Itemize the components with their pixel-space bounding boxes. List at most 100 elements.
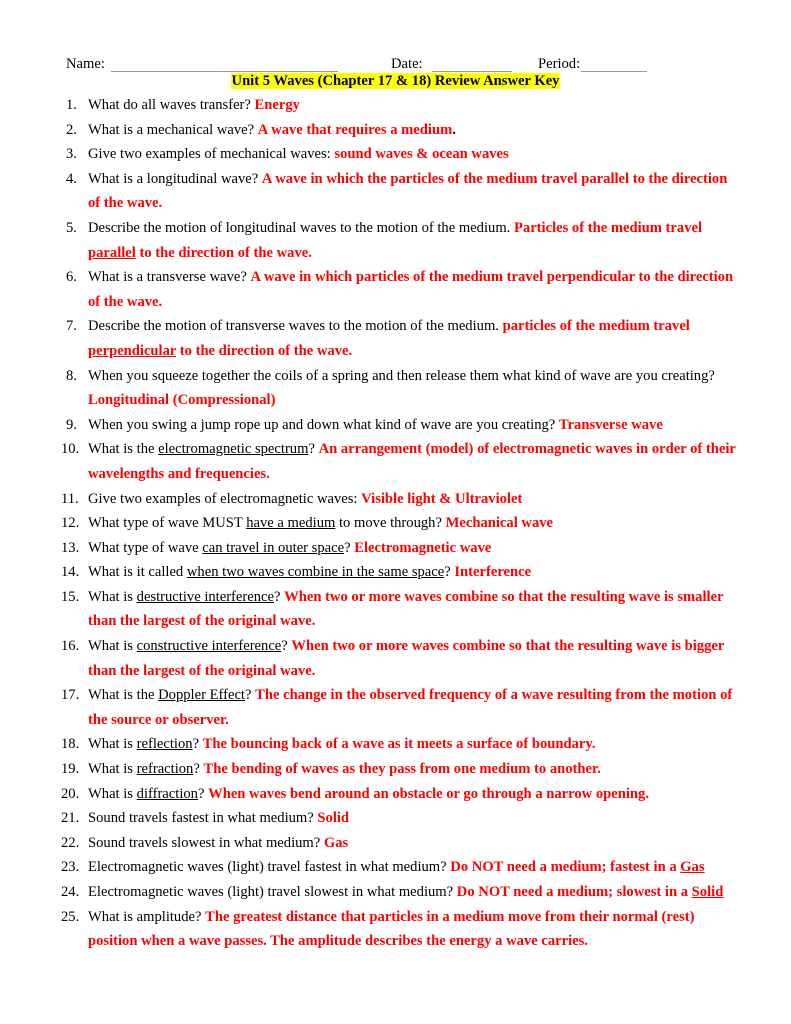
- question-number: 16.: [61, 638, 80, 655]
- answer-text: Particles of the medium travel: [513, 219, 703, 236]
- question-text: Electromagnetic waves (light) travel fas…: [88, 859, 451, 876]
- question-item: 9. When you swing a jump rope up and down…: [66, 413, 736, 438]
- underlined-term: can travel in outer space: [202, 539, 345, 556]
- question-item: 17. What is the Doppler Effect? The chang…: [61, 683, 736, 732]
- answer-text: Longitudinal (Compressional): [88, 392, 276, 409]
- question-number: 13.: [61, 539, 80, 556]
- answer-text: Do NOT need a medium; slowest in a: [456, 884, 692, 900]
- question-list: 1. What do all waves transfer? Energy 2. Wh…: [61, 93, 736, 954]
- question-text: When you swing a jump rope up and down w…: [88, 416, 559, 433]
- question-item: 18. What is reflection? The bouncing back…: [61, 732, 736, 757]
- question-item: 12. What type of wave MUST have a medium …: [61, 511, 736, 536]
- question-item: 4. What is a longitudinal wave? A wave in…: [66, 167, 736, 216]
- question-item: 15. What is destructive interference? Whe…: [61, 585, 736, 634]
- question-item: 11. Give two examples of electromagnetic …: [61, 487, 736, 512]
- question-text: to move through?: [335, 515, 446, 532]
- answer-text: particles of the medium travel: [502, 318, 690, 335]
- question-number: 23.: [61, 859, 80, 876]
- question-text: ?: [281, 638, 292, 655]
- question-number: 15.: [61, 588, 80, 605]
- question-text: What is a transverse wave?: [88, 269, 251, 286]
- question-item: 7. Describe the motion of transverse wave…: [66, 314, 736, 363]
- question-item: 23. Electromagnetic waves (light) travel …: [61, 855, 736, 880]
- question-number: 21.: [61, 810, 80, 827]
- underlined-term: electromagnetic spectrum: [158, 441, 309, 458]
- question-number: 24.: [61, 884, 80, 900]
- question-text: What type of wave: [88, 539, 203, 556]
- question-item: 2. What is a mechanical wave? A wave that…: [66, 118, 736, 143]
- answer-key-page: Name: Date: Period: Unit 5 Waves (Chapte…: [0, 0, 791, 1024]
- question-text: ?: [444, 564, 455, 581]
- question-text: Sound travels slowest in what medium?: [88, 834, 324, 851]
- answer-text: Solid: [317, 810, 350, 827]
- question-text: .: [452, 121, 456, 138]
- underlined-term: reflection: [136, 736, 193, 753]
- question-item: 10. What is the electromagnetic spectrum?…: [61, 437, 736, 486]
- question-number: 7.: [66, 318, 77, 335]
- question-text: What is the: [88, 441, 159, 458]
- question-text: Give two examples of electromagnetic wav…: [88, 490, 362, 507]
- question-text: ?: [308, 441, 319, 458]
- student-info-row: Name: Date: Period:: [66, 54, 726, 74]
- answer-text: Do NOT need a medium; fastest in a: [450, 859, 681, 876]
- question-text: What is a mechanical wave?: [88, 121, 258, 138]
- question-number: 20.: [61, 785, 80, 802]
- question-item: 22. Sound travels slowest in what medium?…: [61, 831, 736, 856]
- period-label: Period:: [538, 56, 581, 72]
- question-number: 9.: [66, 416, 77, 433]
- answer-text: perpendicular: [88, 342, 177, 359]
- question-item: 3. Give two examples of mechanical waves:…: [66, 142, 736, 167]
- answer-text: sound waves & ocean waves: [334, 146, 509, 163]
- question-item: 8. When you squeeze together the coils of…: [66, 364, 736, 413]
- question-number: 14.: [61, 564, 80, 581]
- answer-text: Gas: [680, 859, 705, 876]
- question-text: ?: [273, 588, 285, 605]
- question-text: What is a longitudinal wave?: [88, 170, 262, 187]
- answer-text: Solid: [691, 884, 724, 900]
- question-text: ?: [197, 785, 209, 802]
- question-item: 5. Describe the motion of longitudinal wa…: [66, 216, 736, 265]
- question-number: 2.: [66, 121, 77, 138]
- question-text: What is: [88, 638, 137, 655]
- underlined-term: when two waves combine in the same space: [186, 564, 445, 581]
- question-item: 16. What is constructive interference? Wh…: [61, 634, 736, 683]
- underlined-term: destructive interference: [136, 588, 274, 605]
- question-number: 11.: [61, 490, 79, 507]
- question-item: 13. What type of wave can travel in outer…: [61, 536, 736, 561]
- question-text: What is amplitude?: [88, 908, 206, 925]
- underlined-term: constructive interference: [136, 638, 282, 655]
- question-number: 22.: [61, 834, 80, 851]
- question-text: ?: [244, 687, 256, 704]
- underlined-term: have a medium: [246, 515, 336, 532]
- question-text: Give two examples of mechanical waves:: [88, 146, 335, 163]
- answer-text: Transverse wave: [558, 416, 663, 433]
- question-number: 10.: [61, 441, 80, 458]
- answer-text: Energy: [254, 97, 300, 113]
- question-number: 18.: [61, 736, 80, 753]
- answer-text: to the direction of the wave.: [135, 244, 312, 261]
- question-number: 25.: [61, 908, 80, 925]
- question-item: 19. What is refraction? The bending of wa…: [61, 757, 736, 782]
- underlined-term: refraction: [136, 761, 194, 778]
- date-label: Date:: [391, 56, 423, 72]
- question-text: When you squeeze together the coils of a…: [88, 367, 715, 384]
- question-number: 12.: [61, 515, 80, 532]
- question-text: Describe the motion of longitudinal wave…: [88, 219, 514, 236]
- document-title: Unit 5 Waves (Chapter 17 & 18) Review An…: [0, 72, 791, 90]
- question-text: What is it called: [88, 564, 187, 581]
- answer-text: Electromagnetic wave: [354, 539, 492, 556]
- question-item: 6. What is a transverse wave? A wave in w…: [66, 265, 736, 314]
- question-item: 20. What is diffraction? When waves bend …: [61, 782, 736, 807]
- name-label: Name:: [66, 56, 105, 72]
- question-item: 21. Sound travels fastest in what medium?…: [61, 806, 736, 831]
- question-text: ?: [193, 761, 204, 778]
- question-text: Describe the motion of transverse waves …: [88, 318, 503, 335]
- question-number: 8.: [66, 367, 77, 384]
- answer-text: Visible light & Ultraviolet: [361, 490, 523, 507]
- answer-text: When waves bend around an obstacle or go…: [208, 785, 649, 802]
- question-text: ?: [192, 736, 203, 753]
- question-item: 14. What is it called when two waves comb…: [61, 560, 736, 585]
- answer-text: Interference: [454, 564, 532, 581]
- question-number: 17.: [61, 687, 80, 704]
- question-item: 25. What is amplitude? The greatest dista…: [61, 905, 736, 954]
